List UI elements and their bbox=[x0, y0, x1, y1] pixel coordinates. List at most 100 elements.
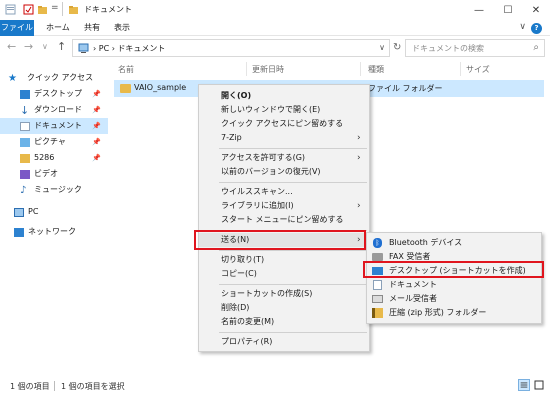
forward-button[interactable]: → bbox=[24, 40, 33, 53]
folder-icon bbox=[120, 84, 131, 93]
pin-icon[interactable]: 📌 bbox=[92, 86, 101, 102]
sidebar-item-documents[interactable]: ドキュメント 📌 bbox=[0, 118, 108, 134]
document-icon bbox=[20, 122, 30, 131]
tab-view[interactable]: 表示 bbox=[114, 20, 130, 36]
address-dropdown-icon[interactable]: ∨ bbox=[379, 43, 385, 52]
pin-icon[interactable]: 📌 bbox=[92, 102, 101, 118]
desktop-icon bbox=[20, 90, 30, 99]
column-header-type[interactable]: 種類 bbox=[368, 64, 384, 75]
new-folder-icon[interactable] bbox=[37, 4, 48, 15]
large-icons-view-icon[interactable] bbox=[533, 379, 545, 391]
menu-item-create-shortcut[interactable]: ショートカットの作成(S) bbox=[199, 287, 369, 301]
sidebar-item-music[interactable]: ♪ ミュージック bbox=[0, 182, 108, 198]
selected-count: 1 個の項目を選択 bbox=[61, 382, 125, 391]
context-menu: 開く(O) 新しいウィンドウで開く(E) クイック アクセスにピン留めする 7-… bbox=[198, 84, 370, 352]
qa-toolbar-dropdown-icon[interactable]: = bbox=[51, 3, 59, 13]
details-view-icon[interactable] bbox=[518, 379, 530, 391]
folder-icon bbox=[20, 154, 30, 163]
navigation-pane: ★ クイック アクセス デスクトップ 📌 ↓ ダウンロード 📌 ドキュメント 📌… bbox=[0, 66, 108, 366]
menu-item-open-new-window[interactable]: 新しいウィンドウで開く(E) bbox=[199, 103, 369, 117]
recent-locations-icon[interactable]: ∨ bbox=[42, 42, 48, 51]
menu-item-delete[interactable]: 削除(D) bbox=[199, 301, 369, 315]
menu-item-pin-start[interactable]: スタート メニューにピン留めする bbox=[199, 213, 369, 227]
address-bar[interactable]: › PC › ドキュメント ∨ bbox=[72, 39, 390, 57]
submenu-arrow-icon: › bbox=[357, 201, 361, 211]
tab-file[interactable]: ファイル bbox=[0, 20, 34, 36]
menu-item-open[interactable]: 開く(O) bbox=[199, 89, 369, 103]
window-title: ドキュメント bbox=[84, 5, 132, 14]
video-icon bbox=[20, 170, 30, 179]
pc-icon bbox=[78, 43, 89, 53]
column-header-name[interactable]: 名前 bbox=[118, 64, 134, 75]
pin-icon[interactable]: 📌 bbox=[92, 150, 101, 166]
menu-item-7zip[interactable]: 7-Zip › bbox=[199, 131, 369, 145]
back-button[interactable]: ← bbox=[7, 40, 16, 53]
tab-share[interactable]: 共有 bbox=[84, 20, 100, 36]
pictures-icon bbox=[20, 138, 30, 147]
music-icon: ♪ bbox=[20, 185, 27, 196]
fax-icon bbox=[372, 253, 383, 261]
help-icon[interactable]: ? bbox=[531, 23, 542, 34]
close-button[interactable]: ✕ bbox=[522, 0, 550, 20]
document-icon bbox=[373, 280, 382, 290]
menu-item-zip[interactable]: 圧縮 (zip 形式) フォルダー bbox=[367, 306, 541, 320]
sidebar-item-label: ドキュメント bbox=[34, 121, 82, 130]
sidebar-item-label: ネットワーク bbox=[28, 227, 76, 236]
menu-item-mail[interactable]: メール受信者 bbox=[367, 292, 541, 306]
menu-item-rename[interactable]: 名前の変更(M) bbox=[199, 315, 369, 329]
zip-icon bbox=[372, 308, 383, 318]
file-type: ファイル フォルダー bbox=[368, 84, 443, 93]
search-icon: ⌕ bbox=[533, 42, 539, 53]
minimize-button[interactable]: — bbox=[465, 0, 493, 20]
ribbon-expand-icon[interactable]: ∨ bbox=[519, 22, 526, 32]
pin-icon[interactable]: 📌 bbox=[92, 134, 101, 150]
star-icon: ★ bbox=[8, 73, 17, 84]
menu-item-restore-versions[interactable]: 以前のバージョンの復元(V) bbox=[199, 165, 369, 179]
menu-item-give-access[interactable]: アクセスを許可する(G) › bbox=[199, 151, 369, 165]
sidebar-item-5286[interactable]: 5286 📌 bbox=[0, 150, 108, 166]
sidebar-item-quick-access[interactable]: ★ クイック アクセス bbox=[0, 70, 108, 86]
status-divider bbox=[54, 381, 55, 391]
menu-separator bbox=[219, 148, 367, 149]
sidebar-item-label: クイック アクセス bbox=[27, 73, 94, 82]
menu-item-documents[interactable]: ドキュメント bbox=[367, 278, 541, 292]
menu-item-pin-quick-access[interactable]: クイック アクセスにピン留めする bbox=[199, 117, 369, 131]
menu-item-bluetooth[interactable]: ᛒ Bluetooth デバイス bbox=[367, 236, 541, 250]
column-divider[interactable] bbox=[460, 62, 461, 76]
column-header-modified[interactable]: 更新日時 bbox=[252, 64, 284, 75]
sidebar-item-desktop[interactable]: デスクトップ 📌 bbox=[0, 86, 108, 102]
menu-separator bbox=[219, 182, 367, 183]
status-bar: 1 個の項目 1 個の項目を選択 bbox=[0, 376, 550, 395]
refresh-icon[interactable]: ↻ bbox=[393, 42, 401, 53]
search-input[interactable]: ドキュメントの検索 ⌕ bbox=[405, 39, 545, 57]
ribbon: ファイル ホーム 共有 表示 ∨ ? bbox=[0, 20, 550, 36]
properties-icon[interactable] bbox=[23, 4, 34, 15]
pin-icon[interactable]: 📌 bbox=[92, 118, 101, 134]
menu-item-copy[interactable]: コピー(C) bbox=[199, 267, 369, 281]
column-header-size[interactable]: サイズ bbox=[466, 64, 490, 75]
up-button[interactable]: ↑ bbox=[57, 40, 66, 53]
sidebar-item-pictures[interactable]: ピクチャ 📌 bbox=[0, 134, 108, 150]
menu-item-add-to-library[interactable]: ライブラリに追加(I) › bbox=[199, 199, 369, 213]
menu-item-properties[interactable]: プロパティ(R) bbox=[199, 335, 369, 349]
pc-icon bbox=[14, 208, 24, 217]
bluetooth-icon: ᛒ bbox=[373, 238, 382, 248]
sidebar-item-label: ピクチャ bbox=[34, 137, 66, 146]
column-divider[interactable] bbox=[360, 62, 361, 76]
sidebar-item-videos[interactable]: ビデオ bbox=[0, 166, 108, 182]
file-name: VAIO_sample bbox=[134, 83, 187, 92]
sidebar-item-network[interactable]: ネットワーク bbox=[0, 224, 108, 240]
sidebar-item-label: ダウンロード bbox=[34, 105, 82, 114]
column-divider[interactable] bbox=[246, 62, 247, 76]
highlight-desktop-shortcut bbox=[363, 261, 544, 278]
menu-item-cut[interactable]: 切り取り(T) bbox=[199, 253, 369, 267]
breadcrumb[interactable]: › PC › ドキュメント bbox=[93, 43, 165, 54]
item-count: 1 個の項目 bbox=[10, 382, 50, 391]
sidebar-item-label: ビデオ bbox=[34, 169, 58, 178]
maximize-button[interactable]: ☐ bbox=[494, 0, 522, 20]
sidebar-item-downloads[interactable]: ↓ ダウンロード 📌 bbox=[0, 102, 108, 118]
tab-home[interactable]: ホーム bbox=[46, 20, 70, 36]
menu-item-virus-scan[interactable]: ウイルススキャン... bbox=[199, 185, 369, 199]
explorer-icon[interactable] bbox=[5, 4, 16, 15]
sidebar-item-pc[interactable]: PC bbox=[0, 204, 108, 220]
